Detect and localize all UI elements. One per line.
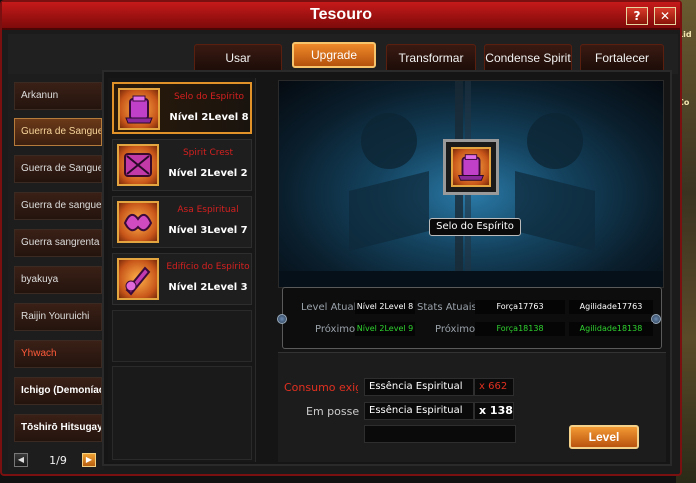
sidebar-item[interactable]: Guerra sangrenta xyxy=(14,229,102,257)
level-up-button[interactable]: Level xyxy=(569,425,639,449)
treasure-item[interactable]: Edifício do Espírito Nível 2Level 3 xyxy=(112,253,252,305)
sidebar-item[interactable]: Yhwach xyxy=(14,340,102,368)
treasure-level: Nível 2Level 3 xyxy=(168,282,248,293)
next-stats-label: Próximo xyxy=(435,324,476,335)
next-force-value: Força18138 xyxy=(475,322,565,336)
tab-usar[interactable]: Usar xyxy=(194,44,282,72)
game-screen: Lid Co Tesouro ? ✕ Usar Upgrade Transfor… xyxy=(0,0,696,483)
rivet xyxy=(277,314,287,324)
preview-frame xyxy=(443,139,499,195)
next-agility-value: Agilidade18138 xyxy=(569,322,653,336)
consumo-item-field: Essência Espiritual xyxy=(364,378,474,396)
sidebar-item[interactable]: Tōshirō Hitsugaya xyxy=(14,414,102,442)
current-agility-value: Agilidade17763 xyxy=(569,300,653,314)
posse-qty-field: x 138 xyxy=(474,402,514,420)
window-title: Tesouro xyxy=(310,6,372,23)
page-indicator: 1/9 xyxy=(49,454,67,467)
spirit-edifice-icon xyxy=(117,258,159,300)
pagination: ◀ 1/9 ▶ xyxy=(14,453,98,467)
treasure-level: Nível 2Level 2 xyxy=(168,168,248,179)
current-level-value: Nível 2Level 8 xyxy=(355,300,415,314)
next-page-button[interactable]: ▶ xyxy=(82,453,96,467)
spirit-crest-icon xyxy=(117,144,159,186)
sidebar-item[interactable]: Ichigo (Demoníaco) xyxy=(14,377,102,405)
sidebar-item[interactable]: Guerra de Sangue xyxy=(14,155,102,183)
sidebar-item[interactable]: Guerra de sangue xyxy=(14,192,102,220)
current-stats-label: Stats Atuais xyxy=(417,302,477,313)
stats-panel: Level Atual Nível 2Level 8 Stats Atuais … xyxy=(277,287,662,349)
close-button[interactable]: ✕ xyxy=(654,7,676,25)
tab-transformar[interactable]: Transformar xyxy=(386,44,476,72)
next-level-value: Nível 2Level 9 xyxy=(355,322,415,336)
preview-name-label: Selo do Espírito xyxy=(429,218,521,236)
sidebar-item[interactable]: Raijin Youruichi xyxy=(14,303,102,331)
treasure-name: Spirit Crest xyxy=(182,148,234,158)
treasure-item-selected[interactable]: Selo do Espírito Nível 2Level 8 xyxy=(112,82,252,134)
sidebar-item[interactable]: Arkanun xyxy=(14,82,102,110)
empty-cost-field xyxy=(364,425,516,443)
tab-condense-spirit[interactable]: Condense Spirit xyxy=(484,44,572,72)
posse-label: Em posse xyxy=(306,405,360,418)
spirit-wing-icon xyxy=(117,201,159,243)
sidebar-item-selected[interactable]: Guerra de Sangue xyxy=(14,118,102,146)
empty-treasure-slot xyxy=(112,366,252,460)
current-force-value: Força17763 xyxy=(475,300,565,314)
help-button[interactable]: ? xyxy=(626,7,648,25)
prev-page-button[interactable]: ◀ xyxy=(14,453,28,467)
treasure-window: Tesouro ? ✕ Usar Upgrade Transformar Con… xyxy=(0,0,682,476)
tab-upgrade[interactable]: Upgrade xyxy=(292,42,376,68)
treasure-name: Edifício do Espírito xyxy=(166,262,250,272)
posse-item-field: Essência Espiritual xyxy=(364,402,474,420)
spirit-seal-icon xyxy=(451,147,491,187)
empty-treasure-slot xyxy=(112,310,252,362)
consumo-label: Consumo exigido xyxy=(284,381,358,394)
treasure-name: Asa Espiritual xyxy=(177,205,239,215)
treasure-name: Selo do Espírito xyxy=(173,92,245,102)
consumo-qty-field: x 662 xyxy=(474,378,514,396)
next-level-label: Próximo xyxy=(315,324,356,335)
treasure-preview-scene: Selo do Espírito xyxy=(278,80,664,288)
treasure-level: Nível 3Level 7 xyxy=(168,225,248,236)
tab-fortalecer[interactable]: Fortalecer xyxy=(580,44,664,72)
level-label: Level Atual xyxy=(301,302,357,313)
title-bar[interactable]: Tesouro ? ✕ xyxy=(2,2,680,30)
treasure-item[interactable]: Asa Espiritual Nível 3Level 7 xyxy=(112,196,252,248)
treasure-item[interactable]: Spirit Crest Nível 2Level 2 xyxy=(112,139,252,191)
sidebar-item[interactable]: byakuya xyxy=(14,266,102,294)
treasure-level: Nível 2Level 8 xyxy=(169,112,249,123)
spirit-seal-icon xyxy=(118,88,160,130)
